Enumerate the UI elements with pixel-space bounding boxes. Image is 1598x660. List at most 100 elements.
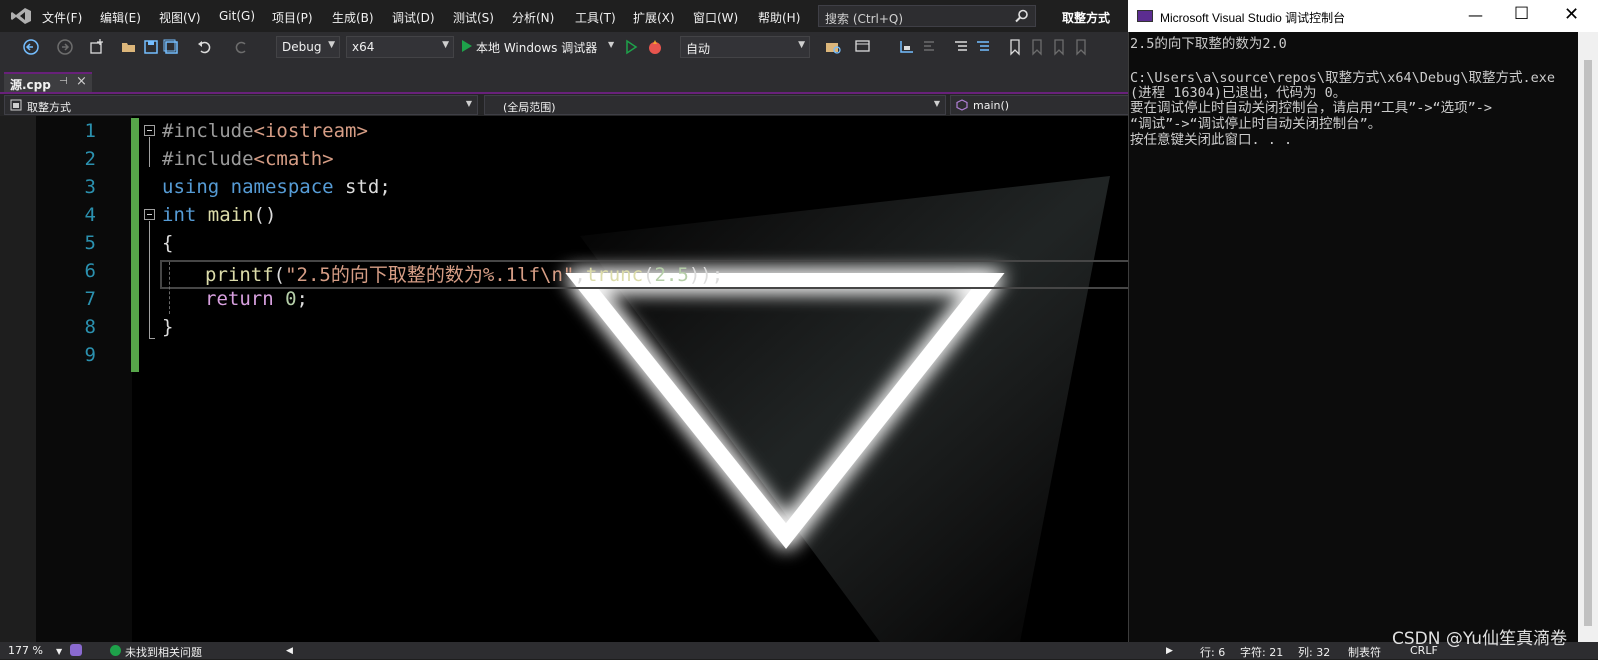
- cursor-char[interactable]: 字符: 21: [1240, 644, 1283, 660]
- no-issues-icon: [110, 645, 121, 656]
- solution-name: 取整方式: [1062, 11, 1111, 25]
- menu-test[interactable]: 测试(S): [453, 9, 494, 26]
- search-input[interactable]: 搜索 (Ctrl+Q): [818, 5, 1036, 27]
- keyword-token: return: [205, 288, 274, 310]
- code-line-2[interactable]: #include<cmath>: [162, 148, 334, 170]
- clear-bookmarks-icon[interactable]: [1072, 38, 1090, 56]
- configuration-select[interactable]: Debug ▼: [276, 36, 340, 58]
- chevron-down-icon[interactable]: ▼: [56, 647, 62, 656]
- console-output-line: 2.5的向下取整的数为2.0: [1130, 36, 1287, 52]
- menu-extensions[interactable]: 扩展(X): [633, 9, 675, 26]
- menu-analyze[interactable]: 分析(N): [512, 9, 554, 26]
- menu-file[interactable]: 文件(F): [42, 9, 82, 26]
- change-tracking-bar: [131, 118, 139, 372]
- play-icon: [462, 40, 472, 52]
- format-icon[interactable]: [920, 38, 938, 56]
- menu-tools[interactable]: 工具(T): [575, 9, 616, 26]
- browse-icon[interactable]: [824, 38, 842, 56]
- menu-build[interactable]: 生成(B): [332, 9, 374, 26]
- code-line-4[interactable]: int main(): [162, 204, 276, 226]
- save-all-icon[interactable]: [162, 38, 180, 56]
- undo-icon[interactable]: [196, 38, 214, 56]
- chevron-down-icon: ▼: [933, 99, 940, 108]
- include-path-token: <cmath>: [253, 148, 334, 170]
- chevron-down-icon: ▼: [798, 40, 805, 50]
- step-icon[interactable]: [898, 38, 916, 56]
- search-placeholder: 搜索 (Ctrl+Q): [825, 12, 904, 26]
- menu-git[interactable]: Git(G): [219, 9, 255, 23]
- menu-debug[interactable]: 调试(D): [392, 9, 435, 26]
- collapse-region-icon[interactable]: [144, 125, 155, 136]
- maximize-icon[interactable]: ☐: [1514, 4, 1529, 24]
- punctuation-token: (): [253, 204, 277, 226]
- scroll-right-icon[interactable]: ▶: [1166, 646, 1173, 656]
- number-literal-token: 2.5: [654, 264, 689, 286]
- hot-reload-icon[interactable]: [646, 38, 664, 56]
- code-line-7[interactable]: return 0;: [205, 288, 308, 310]
- code-line-1[interactable]: #include<iostream>: [162, 120, 368, 142]
- navigate-back-icon[interactable]: [22, 38, 40, 56]
- platform-select[interactable]: x64 ▼: [346, 36, 454, 58]
- indent-guide: [169, 262, 170, 314]
- search-icon: [1015, 9, 1028, 23]
- line-number: 3: [84, 176, 96, 198]
- chevron-down-icon: ▼: [442, 40, 449, 50]
- console-title-bar[interactable]: Microsoft Visual Studio 调试控制台 — ☐ ✕: [1128, 0, 1598, 32]
- menu-help[interactable]: 帮助(H): [758, 9, 800, 26]
- code-line-6[interactable]: printf("2.5的向下取整的数为%.1lf\n",trunc(2.5));: [205, 260, 723, 287]
- navigate-forward-icon[interactable]: [56, 38, 74, 56]
- run-label: 本地 Windows 调试器: [476, 41, 598, 55]
- uncomment-lines-icon[interactable]: [974, 38, 992, 56]
- start-debugging-button[interactable]: 本地 Windows 调试器 ▼: [462, 36, 622, 58]
- open-folder-icon[interactable]: [120, 38, 138, 56]
- chevron-down-icon: ▼: [328, 40, 335, 50]
- code-line-3[interactable]: using namespace std;: [162, 176, 391, 198]
- minimize-icon[interactable]: —: [1468, 6, 1483, 24]
- line-number: 8: [84, 316, 96, 338]
- menu-window[interactable]: 窗口(W): [693, 9, 738, 26]
- issues-status[interactable]: 未找到相关问题: [125, 644, 202, 660]
- code-line-8[interactable]: }: [162, 316, 173, 338]
- triangle-wallpaper-image: [565, 176, 1110, 642]
- menu-view[interactable]: 视图(V): [159, 9, 201, 26]
- pin-icon[interactable]: ⊣: [59, 76, 68, 87]
- close-icon[interactable]: ×: [76, 74, 87, 89]
- zoom-level[interactable]: 177 %: [8, 644, 43, 657]
- chevron-down-icon: ▼: [465, 99, 472, 108]
- cursor-column[interactable]: 列: 32: [1298, 644, 1330, 660]
- debug-target-select[interactable]: 自动 ▼: [680, 36, 810, 58]
- indent-mode[interactable]: 制表符: [1348, 644, 1381, 660]
- cursor-line[interactable]: 行: 6: [1200, 644, 1225, 660]
- code-line-5[interactable]: {: [162, 232, 173, 254]
- console-scroll-thumb[interactable]: [1584, 60, 1592, 626]
- new-project-icon[interactable]: [88, 38, 106, 56]
- intellicode-icon[interactable]: [70, 644, 82, 656]
- scroll-left-icon[interactable]: ◀: [286, 646, 293, 656]
- redo-icon[interactable]: [232, 38, 250, 56]
- window-layout-icon[interactable]: [854, 38, 872, 56]
- previous-bookmark-icon[interactable]: [1028, 38, 1046, 56]
- include-path-token: <iostream>: [253, 120, 368, 142]
- bookmark-icon[interactable]: [1006, 38, 1024, 56]
- keyword-token: using: [162, 176, 220, 198]
- function-name-token: printf: [205, 264, 274, 286]
- start-without-debugging-icon[interactable]: [622, 38, 640, 56]
- global-scope-select[interactable]: (全局范围) ▼: [484, 95, 946, 115]
- visual-studio-logo-icon: [11, 8, 31, 24]
- line-number: 1: [84, 120, 96, 142]
- chevron-down-icon: ▼: [608, 40, 615, 49]
- collapse-region-icon[interactable]: [144, 209, 155, 220]
- save-icon[interactable]: [142, 38, 160, 56]
- menu-project[interactable]: 项目(P): [272, 9, 313, 26]
- keyword-token: namespace: [230, 176, 334, 198]
- tab-label: 源.cpp: [10, 78, 51, 92]
- project-scope-select[interactable]: 取整方式 ▼: [4, 95, 478, 115]
- menu-edit[interactable]: 编辑(E): [100, 9, 141, 26]
- next-bookmark-icon[interactable]: [1050, 38, 1068, 56]
- project-icon: [10, 99, 22, 111]
- function-value: main(): [973, 99, 1010, 112]
- close-window-icon[interactable]: ✕: [1564, 4, 1579, 25]
- comment-lines-icon[interactable]: [952, 38, 970, 56]
- function-select[interactable]: main(): [950, 95, 1130, 115]
- tab-source-cpp[interactable]: 源.cpp ⊣ ×: [4, 72, 92, 92]
